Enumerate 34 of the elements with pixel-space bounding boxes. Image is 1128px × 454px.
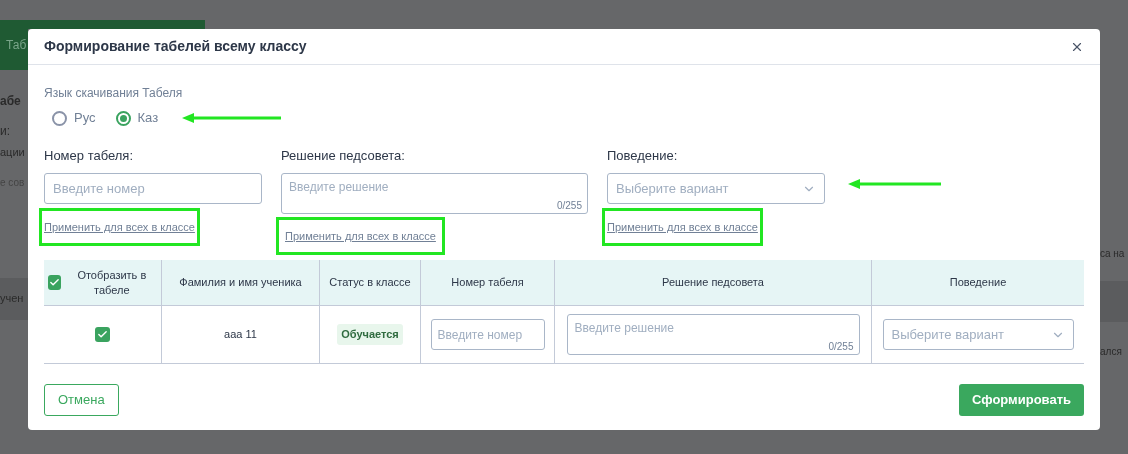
background-text: ации xyxy=(0,145,26,160)
background-text: и: xyxy=(0,123,12,140)
apply-all-link[interactable]: Применить для всех в классе xyxy=(607,221,758,233)
behavior-select[interactable]: Выберите вариант xyxy=(607,173,825,204)
background-text: абе xyxy=(0,93,22,110)
checkmark-icon xyxy=(97,329,108,340)
char-counter: 0/255 xyxy=(828,340,854,354)
checkmark-icon xyxy=(48,277,60,288)
apply-all-link[interactable]: Применить для всех в классе xyxy=(44,221,195,233)
field-label: Номер табеля: xyxy=(44,147,134,165)
field-label: Решение педсовета: xyxy=(281,147,406,165)
column-header: Поведение xyxy=(948,275,1008,290)
column-header: Отобразить в табеле xyxy=(76,267,148,298)
column-header: Фамилия и имя ученика xyxy=(162,260,320,305)
behavior-select[interactable]: Выберите вариант xyxy=(882,319,1074,350)
checkbox[interactable] xyxy=(95,327,110,342)
student-name: ааа 11 xyxy=(224,327,257,343)
column-header: Статус в классе xyxy=(320,260,421,305)
number-input[interactable]: Введите номер xyxy=(44,173,262,204)
char-counter: 0/255 xyxy=(556,199,582,213)
column-header: Решение педсовета xyxy=(555,260,872,305)
status-badge: Обучается xyxy=(337,324,403,345)
apply-all-link[interactable]: Применить для всех в классе xyxy=(285,230,436,242)
language-label: Язык скачивания Табеля xyxy=(44,85,184,101)
column-header: Номер табеля xyxy=(421,260,555,305)
submit-button[interactable]: Сформировать xyxy=(958,384,1084,416)
checkbox[interactable] xyxy=(48,275,61,290)
field-label: Поведение: xyxy=(607,147,679,165)
language-radio[interactable]: Каз xyxy=(115,108,159,128)
number-input[interactable]: Введите номер xyxy=(430,319,545,350)
dialog-title: Формирование табелей всему классу xyxy=(44,37,307,56)
language-radio[interactable]: Рус xyxy=(52,108,96,128)
cancel-button[interactable]: Отмена xyxy=(44,384,119,416)
background-text: ался xyxy=(1100,345,1123,359)
